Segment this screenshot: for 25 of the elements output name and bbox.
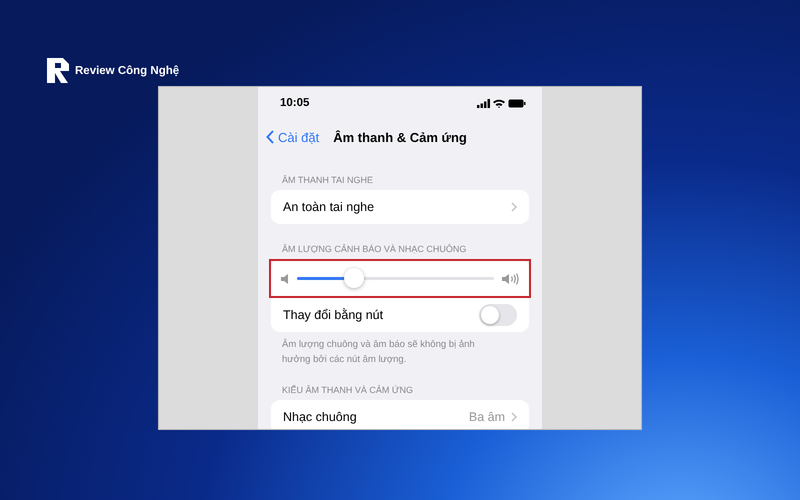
chevron-right-icon [511,202,517,212]
slider-thumb[interactable] [344,268,364,288]
brand-name: Review Công Nghệ [75,64,180,76]
settings-row[interactable]: Nhạc chuông Ba âm [271,400,529,429]
battery-icon [508,98,526,108]
row-label: An toàn tai nghe [283,200,374,214]
wifi-icon [493,98,505,108]
section-header: ÂM LƯỢNG CẢNH BÁO VÀ NHẠC CHUÔNG [281,244,468,256]
back-button[interactable]: Cài đặt [266,130,320,144]
chevron-right-icon [511,412,517,422]
section-footer: Âm lượng chuông và âm báo sẽ không bị ảnh hưởng bởi các nút âm lượng. [258,332,542,367]
chevron-left-icon [266,130,274,144]
toggle-switch[interactable] [479,304,517,326]
speaker-loud-icon [502,272,519,284]
section-header: KIỂU ÂM THANH VÀ CẢM ỨNG [281,385,414,397]
page-title: Âm thanh & Cảm ứng [333,130,467,144]
speaker-low-icon [281,274,289,284]
row-label: Thay đổi bằng nút [283,308,384,322]
section-header: ÂM THANH TAI NGHE [281,175,374,187]
logo-icon [47,58,69,83]
row-label: Nhạc chuông [283,410,357,424]
signal-icon [477,98,490,108]
settings-row[interactable]: An toàn tai nghe [271,190,529,224]
status-time: 10:05 [280,97,310,109]
row-value: Ba âm [468,410,505,424]
